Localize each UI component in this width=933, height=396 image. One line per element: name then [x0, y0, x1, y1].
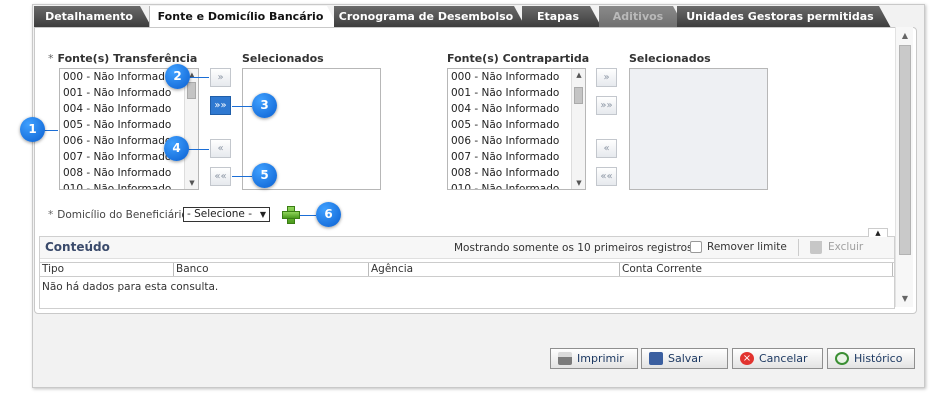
floppy-icon [649, 352, 663, 365]
list-item[interactable]: 008 - Não Informado [60, 165, 198, 181]
counterpart-remove-all-button[interactable]: «« [596, 167, 617, 186]
add-all-button[interactable]: »» [210, 96, 231, 115]
column-header[interactable]: Agência [369, 263, 620, 276]
tab-cronograma[interactable]: Cronograma de Desembolso [334, 6, 526, 28]
print-button[interactable]: Imprimir [550, 348, 638, 369]
tab-unidades-gestoras[interactable]: Unidades Gestoras permitidas [677, 6, 891, 28]
list-item[interactable]: 000 - Não Informado [448, 69, 585, 85]
transfer-label: * Fonte(s) Transferência [48, 52, 197, 65]
scroll-down-icon[interactable]: ▼ [185, 177, 198, 189]
collapse-icon[interactable]: ▲ [868, 228, 888, 237]
list-item[interactable]: 007 - Não Informado [448, 149, 585, 165]
list-item[interactable]: 004 - Não Informado [60, 101, 198, 117]
conteudo-title: Conteúdo [45, 240, 110, 254]
callout-badge-6: 6 [316, 202, 341, 227]
callout-connector [232, 106, 252, 107]
cancel-button[interactable]: × Cancelar [732, 348, 823, 369]
tab-detalhamento[interactable]: Detalhamento [34, 6, 152, 28]
callout-badge-2: 2 [165, 64, 190, 89]
counterpart-add-all-button[interactable]: »» [596, 96, 617, 115]
history-icon [835, 352, 849, 365]
trash-icon [810, 241, 822, 254]
scroll-down-icon[interactable]: ▼ [896, 294, 914, 303]
list-item[interactable]: 010 - Não Informado [448, 181, 585, 189]
domicilio-select[interactable]: - Selecione - ▼ [183, 207, 270, 222]
callout-connector [44, 130, 58, 131]
scroll-down-icon[interactable]: ▼ [572, 177, 585, 189]
printer-icon [558, 352, 572, 365]
counterpart-list-scrollbar[interactable]: ▲ ▼ [571, 69, 585, 189]
required-mark: * [48, 209, 54, 221]
counterpart-label: Fonte(s) Contrapartida [447, 52, 590, 65]
empty-message: Não há dados para esta consulta. [42, 281, 219, 293]
transfer-selected-label: Selecionados [242, 52, 324, 65]
scroll-up-icon[interactable]: ▲ [896, 31, 914, 40]
chevron-down-icon: ▼ [259, 210, 266, 219]
counterpart-source-list[interactable]: 000 - Não Informado 001 - Não Informado … [447, 68, 586, 190]
column-header[interactable]: Conta Corrente [620, 263, 893, 276]
list-item[interactable]: 010 - Não Informado [60, 181, 198, 189]
records-info: Mostrando somente os 10 primeiros regist… [454, 242, 696, 254]
transfer-list-scrollbar[interactable]: ▲ ▼ [184, 69, 198, 189]
scroll-thumb[interactable] [187, 82, 196, 99]
remove-limit-label: Remover limite [707, 241, 787, 253]
divider [798, 239, 799, 256]
cancel-icon: × [740, 352, 754, 365]
list-item[interactable]: 001 - Não Informado [448, 85, 585, 101]
grid-header: Tipo Banco Agência Conta Corrente [40, 262, 894, 277]
callout-connector [300, 215, 316, 216]
save-label: Salvar [668, 352, 703, 365]
scroll-thumb[interactable] [899, 45, 911, 255]
print-label: Imprimir [577, 352, 624, 365]
column-header[interactable]: Banco [174, 263, 369, 276]
callout-badge-3: 3 [252, 93, 277, 118]
column-header[interactable]: Tipo [40, 263, 174, 276]
counterpart-remove-button[interactable]: « [596, 139, 617, 158]
scroll-thumb[interactable] [574, 87, 583, 104]
list-item[interactable]: 004 - Não Informado [448, 101, 585, 117]
tab-aditivos: Aditivos [599, 6, 685, 28]
counterpart-selected-list[interactable] [629, 68, 768, 190]
conteudo-panel: Conteúdo Mostrando somente os 10 primeir… [39, 228, 895, 309]
tab-fonte-domicilio[interactable]: Fonte e Domicílio Bancário [149, 6, 339, 29]
add-domicilio-icon[interactable] [281, 205, 300, 224]
domicilio-label-text: Domicílio do Beneficiário [57, 209, 188, 221]
list-item[interactable]: 005 - Não Informado [60, 117, 198, 133]
scroll-up-icon[interactable]: ▲ [572, 69, 585, 81]
cancel-label: Cancelar [759, 352, 808, 365]
remove-limit-checkbox[interactable] [690, 241, 702, 253]
history-button[interactable]: Histórico [827, 348, 915, 369]
remove-all-button[interactable]: «« [210, 167, 231, 186]
callout-badge-1: 1 [20, 117, 45, 142]
tab-bar: Detalhamento Fonte e Domicílio Bancário … [34, 6, 919, 28]
callout-connector [188, 149, 209, 150]
callout-connector [189, 77, 209, 78]
delete-button[interactable]: Excluir [828, 241, 863, 253]
counterpart-selected-label: Selecionados [629, 52, 711, 65]
panel-scrollbar[interactable]: ▲ ▼ [895, 27, 913, 307]
select-value: - Selecione - [187, 208, 252, 220]
list-item[interactable]: 008 - Não Informado [448, 165, 585, 181]
list-item[interactable]: 005 - Não Informado [448, 117, 585, 133]
tab-etapas[interactable]: Etapas [522, 6, 602, 28]
remove-selected-button[interactable]: « [210, 139, 231, 158]
counterpart-add-button[interactable]: » [596, 68, 617, 87]
add-selected-button[interactable]: » [210, 68, 231, 87]
required-mark: * [48, 52, 54, 65]
callout-connector [232, 176, 252, 177]
list-item[interactable]: 006 - Não Informado [448, 133, 585, 149]
save-button[interactable]: Salvar [641, 348, 728, 369]
history-label: Histórico [854, 352, 903, 365]
conteudo-header: Conteúdo Mostrando somente os 10 primeir… [40, 228, 894, 259]
callout-badge-5: 5 [252, 163, 277, 188]
domicilio-label: * Domicílio do Beneficiário [48, 209, 188, 221]
callout-badge-4: 4 [164, 136, 189, 161]
